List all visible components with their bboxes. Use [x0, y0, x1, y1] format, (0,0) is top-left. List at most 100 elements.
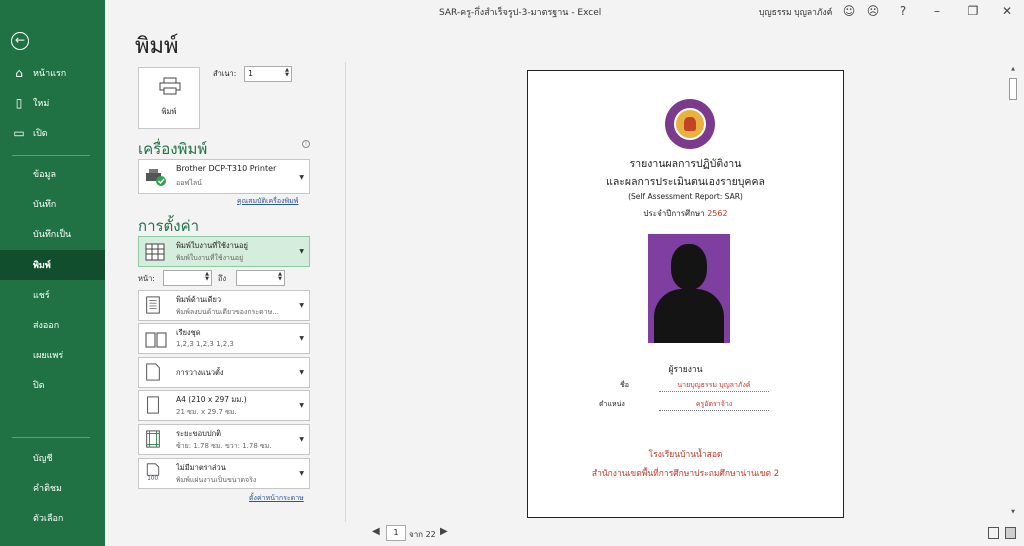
- margins-select[interactable]: ระยะขอบปกติ ซ้าย: 1.78 ซม. ขวา: 1.78 ซม.…: [138, 424, 310, 455]
- pages-to-input[interactable]: ▲ ▼: [236, 270, 285, 286]
- nav-item-label: คำติชม: [33, 484, 62, 494]
- print-what-select[interactable]: พิมพ์ใบงานที่ใช้งานอยู่ พิมพ์ใบงานที่ใช้…: [138, 236, 310, 267]
- document-title: SAR-ครู-กึ่งสำเร็จรูป-3-มาตรฐาน - Excel: [439, 8, 602, 18]
- copies-stepper[interactable]: 1 ▲ ▼: [244, 66, 292, 82]
- collate-icon: [145, 332, 167, 348]
- nav-item-options[interactable]: ตัวเลือก: [0, 503, 105, 533]
- nav-item-label: ข้อมูล: [33, 170, 57, 180]
- sides-select[interactable]: พิมพ์ด้านเดียว พิมพ์ลงบนด้านเดียวของกระด…: [138, 290, 310, 321]
- sides-desc: พิมพ์ลงบนด้านเดียวของกระดาษ...: [176, 308, 279, 316]
- print-what-desc: พิมพ์ใบงานที่ใช้งานอยู่: [176, 254, 244, 262]
- page-title: พิมพ์: [135, 34, 179, 59]
- margins-icon: [146, 430, 160, 448]
- printer-properties-link[interactable]: คุณสมบัติเครื่องพิมพ์: [237, 196, 298, 207]
- school-seal-logo: [665, 99, 715, 149]
- printer-icon: [159, 77, 181, 95]
- next-page-icon[interactable]: ▶: [440, 526, 448, 537]
- nav-item-label: บันทึก: [33, 200, 57, 210]
- nav-item-share[interactable]: แชร์: [0, 280, 105, 310]
- margins-title: ระยะขอบปกติ: [176, 429, 222, 438]
- scroll-down-icon[interactable]: ▼: [1008, 509, 1018, 515]
- pane-divider: [345, 62, 346, 522]
- back-arrow-icon[interactable]: ←: [11, 32, 29, 50]
- nav-item-open[interactable]: ▭ เปิด: [0, 118, 105, 148]
- paper-size-icon: [147, 396, 159, 414]
- svg-text:100: 100: [147, 476, 158, 481]
- position-label: ตำแหน่ง: [599, 400, 625, 408]
- copies-value: 1: [248, 69, 254, 78]
- chevron-down-icon: ▼: [299, 436, 304, 443]
- nav-item-label: ใหม่: [33, 99, 50, 109]
- education-office: สำนักงานเขตพื้นที่การศึกษาประถมศึกษาน่าน…: [591, 469, 780, 479]
- nav-item-label: ตัวเลือก: [33, 514, 64, 524]
- zoom-to-page-icon[interactable]: [1005, 527, 1016, 539]
- orientation-title: การวางแนวตั้ง: [176, 368, 224, 377]
- frown-icon[interactable]: ☹: [865, 3, 881, 19]
- printer-select[interactable]: Brother DCP-T310 Printer ออฟไลน์ ▼: [138, 159, 310, 194]
- print-button[interactable]: พิมพ์: [138, 67, 200, 129]
- copies-label: สำเนา:: [213, 69, 237, 78]
- close-icon[interactable]: ✕: [999, 3, 1015, 19]
- preview-scrollbar[interactable]: ▲ ▼: [1008, 66, 1018, 521]
- pages-from-input[interactable]: ▲ ▼: [163, 270, 212, 286]
- school-name: โรงเรียนบ้านน้ำสอด: [648, 450, 723, 460]
- profile-photo: [648, 234, 730, 343]
- chevron-down-icon: ▼: [299, 369, 304, 376]
- collate-desc: 1,2,3 1,2,3 1,2,3: [176, 340, 234, 348]
- printer-name: Brother DCP-T310 Printer: [176, 164, 277, 173]
- smile-icon[interactable]: ☺: [841, 3, 857, 19]
- scaling-icon: 100: [146, 463, 160, 481]
- info-icon[interactable]: i: [302, 140, 310, 148]
- scaling-desc: พิมพ์แผ่นงานเป็นขนาดจริง: [176, 476, 257, 484]
- previous-page-icon[interactable]: ◀: [372, 526, 380, 537]
- spin-arrows-icon[interactable]: ▲ ▼: [205, 272, 209, 282]
- nav-item-label: เปิด: [33, 129, 48, 139]
- nav-item-label: บัญชี: [33, 454, 53, 464]
- nav-divider: [12, 155, 90, 156]
- scaling-select[interactable]: 100 ไม่มีมาตราส่วน พิมพ์แผ่นงานเป็นขนาดจ…: [138, 458, 310, 489]
- nav-item-export[interactable]: ส่งออก: [0, 310, 105, 340]
- printer-section-title: เครื่องพิมพ์: [138, 140, 208, 158]
- printer-status: ออฟไลน์: [176, 179, 202, 187]
- nav-item-feedback[interactable]: คำติชม: [0, 473, 105, 503]
- position-value: ครูอัตราจ้าง: [659, 399, 769, 411]
- nav-item-save-as[interactable]: บันทึกเป็น: [0, 219, 105, 249]
- report-year: ประจำปีการศึกษา 2562: [528, 207, 843, 220]
- nav-item-publish[interactable]: เผยแพร่: [0, 340, 105, 370]
- user-name[interactable]: บุญธรรม บุญลาภังค์: [759, 5, 832, 19]
- home-icon: ⌂: [15, 66, 23, 80]
- nav-item-print[interactable]: พิมพ์: [0, 250, 105, 280]
- printer-offline-icon: [146, 169, 166, 186]
- nav-item-save[interactable]: บันทึก: [0, 189, 105, 219]
- nav-item-account[interactable]: บัญชี: [0, 443, 105, 473]
- chevron-down-icon: ▼: [299, 248, 304, 255]
- pages-label: หน้า:: [138, 274, 155, 283]
- collate-select[interactable]: เรียงชุด 1,2,3 1,2,3 1,2,3 ▼: [138, 323, 310, 354]
- scaling-title: ไม่มีมาตราส่วน: [176, 463, 226, 472]
- help-icon[interactable]: ?: [895, 3, 911, 19]
- scroll-up-icon[interactable]: ▲: [1008, 66, 1018, 72]
- spin-arrows-icon[interactable]: ▲ ▼: [285, 68, 289, 78]
- restore-icon[interactable]: ❐: [965, 3, 981, 19]
- nav-item-label: แชร์: [33, 291, 50, 301]
- orientation-select[interactable]: การวางแนวตั้ง ▼: [138, 357, 310, 388]
- paper-size-select[interactable]: A4 (210 x 297 มม.) 21 ซม. x 29.7 ซม. ▼: [138, 390, 310, 421]
- nav-item-close[interactable]: ปิด: [0, 370, 105, 400]
- chevron-down-icon: ▼: [299, 470, 304, 477]
- nav-item-info[interactable]: ข้อมูล: [0, 159, 105, 189]
- paper-size-desc: 21 ซม. x 29.7 ซม.: [176, 408, 237, 416]
- page-setup-link[interactable]: ตั้งค่าหน้ากระดาษ: [249, 493, 304, 504]
- scroll-thumb[interactable]: [1009, 78, 1017, 100]
- report-year-prefix: ประจำปีการศึกษา: [643, 209, 708, 218]
- paper-size-title: A4 (210 x 297 มม.): [176, 395, 247, 404]
- spin-arrows-icon[interactable]: ▲ ▼: [278, 272, 282, 282]
- nav-item-new[interactable]: ▯ ใหม่: [0, 88, 105, 118]
- margins-desc: ซ้าย: 1.78 ซม. ขวา: 1.78 ซม.: [176, 442, 272, 450]
- open-folder-icon: ▭: [13, 126, 25, 140]
- minimize-icon[interactable]: –: [929, 3, 945, 19]
- show-margins-icon[interactable]: [988, 527, 999, 539]
- one-sided-icon: [146, 296, 160, 314]
- nav-item-home[interactable]: ⌂ หน้าแรก: [0, 58, 105, 88]
- current-page-input[interactable]: 1: [386, 525, 406, 541]
- report-title: รายงานผลการปฏิบัติงาน: [629, 158, 742, 170]
